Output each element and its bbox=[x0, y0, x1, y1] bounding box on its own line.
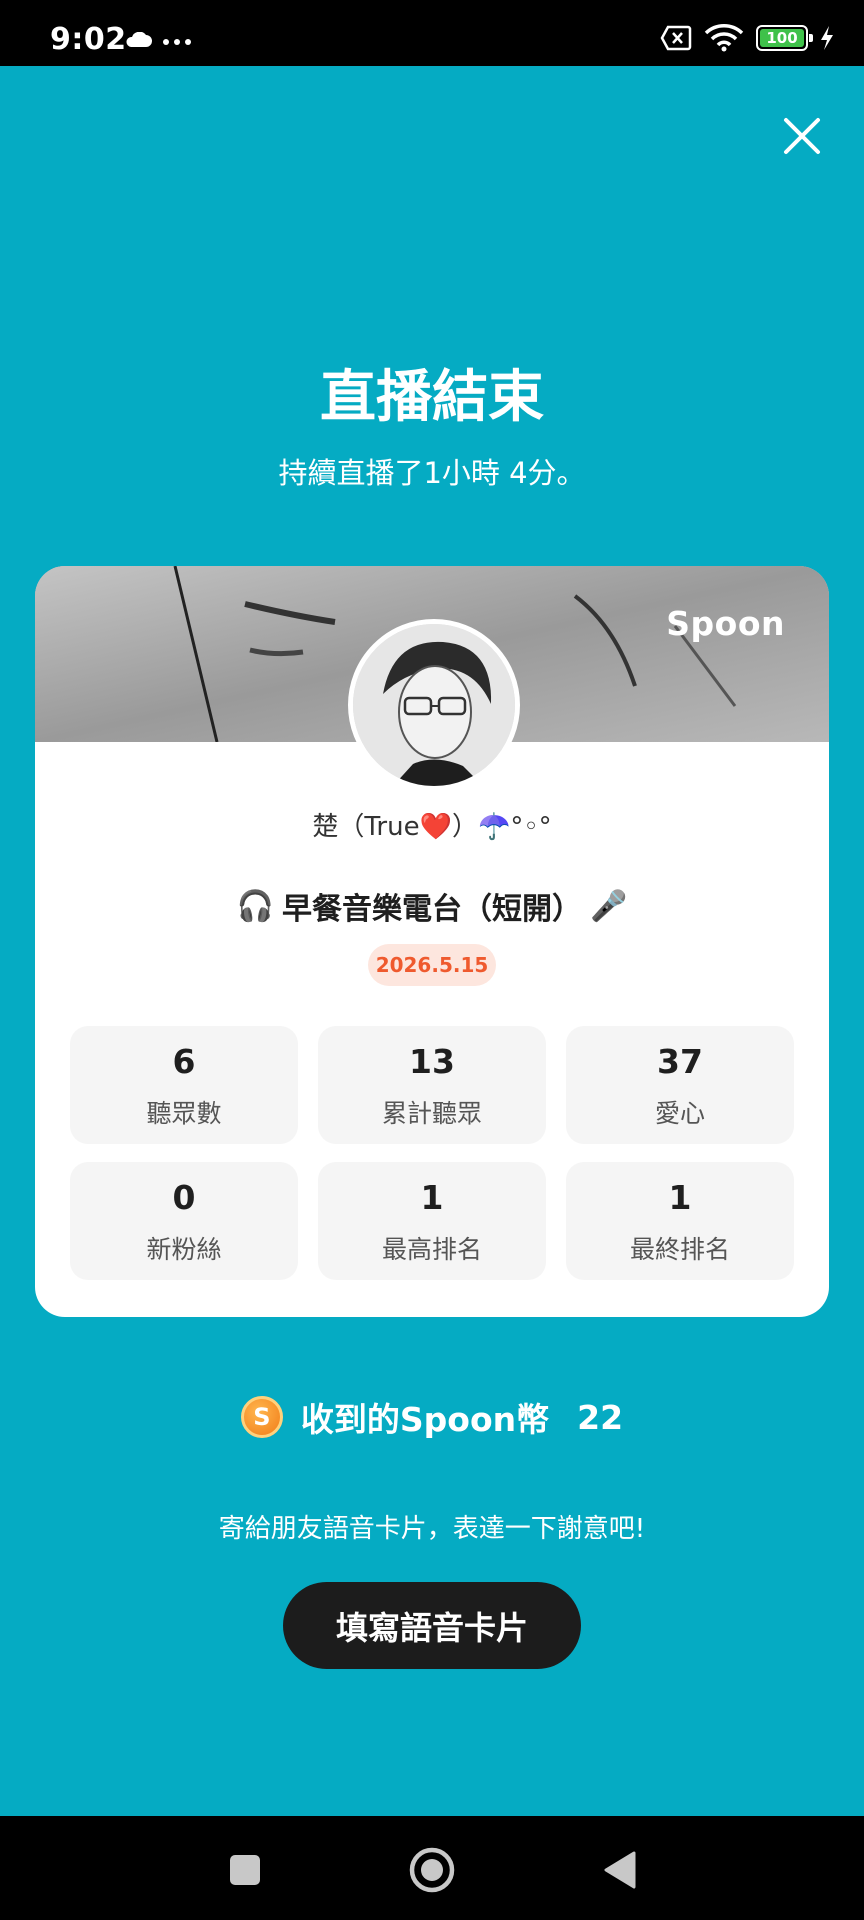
battery-icon: 100 bbox=[756, 25, 813, 51]
recents-icon bbox=[230, 1855, 260, 1885]
microphone-icon: 🎤 bbox=[590, 888, 628, 924]
stat-hearts: 37 愛心 bbox=[566, 1026, 794, 1144]
voice-card-prompt: 寄給朋友語音卡片，表達一下謝意吧! bbox=[218, 1514, 646, 1544]
date-badge: 2026.5.15 bbox=[368, 944, 496, 986]
recents-button[interactable] bbox=[215, 1840, 275, 1900]
stat-highest-rank: 1 最高排名 bbox=[318, 1162, 546, 1280]
battery-level: 100 bbox=[760, 29, 804, 47]
headphones-icon: 🎧 bbox=[236, 888, 274, 924]
back-icon bbox=[604, 1851, 636, 1889]
stat-final-rank: 1 最終排名 bbox=[566, 1162, 794, 1280]
home-icon bbox=[409, 1847, 455, 1893]
wifi-icon bbox=[704, 24, 744, 52]
no-sim-icon bbox=[660, 25, 692, 51]
stats-grid: 6 聽眾數 13 累計聽眾 37 愛心 0 新粉絲 1 最高排名 1 最終排名 bbox=[70, 1026, 794, 1280]
avatar[interactable] bbox=[348, 619, 520, 791]
back-button[interactable] bbox=[590, 1840, 650, 1900]
avatar-image bbox=[353, 624, 515, 786]
stat-total-listeners: 13 累計聽眾 bbox=[318, 1026, 546, 1144]
coins-label: 收到的Spoon幣 bbox=[300, 1400, 550, 1439]
stat-label: 最高排名 bbox=[381, 1234, 482, 1264]
coins-received: S 收到的Spoon幣 22 bbox=[0, 1393, 864, 1441]
stat-value: 1 bbox=[420, 1178, 444, 1217]
status-bar: 9:02 100 bbox=[0, 0, 864, 66]
page-subtitle: 持續直播了1小時 4分。 bbox=[278, 456, 586, 490]
close-button[interactable] bbox=[774, 108, 830, 164]
home-button[interactable] bbox=[402, 1840, 462, 1900]
stat-listeners: 6 聽眾數 bbox=[70, 1026, 298, 1144]
stream-title: 🎧 早餐音樂電台（短開） 🎤 bbox=[35, 884, 829, 928]
stat-value: 13 bbox=[409, 1042, 455, 1081]
stat-value: 1 bbox=[668, 1178, 692, 1217]
coins-value: 22 bbox=[577, 1397, 624, 1437]
page-title: 直播結束 bbox=[320, 365, 544, 430]
spoon-coin-icon: S bbox=[240, 1396, 283, 1438]
stat-label: 聽眾數 bbox=[146, 1098, 222, 1128]
system-nav-bar bbox=[0, 1816, 864, 1920]
stat-value: 6 bbox=[172, 1042, 196, 1081]
charging-icon bbox=[821, 26, 833, 50]
write-voice-card-button[interactable]: 填寫語音卡片 bbox=[283, 1582, 581, 1669]
cloud-icon bbox=[126, 32, 152, 47]
more-dots-icon bbox=[163, 39, 191, 45]
stat-label: 新粉絲 bbox=[146, 1234, 222, 1264]
spoon-logo: Spoon bbox=[666, 604, 785, 643]
host-name: 楚（True❤️）☂️°◦° bbox=[312, 812, 552, 842]
status-icons: 100 bbox=[660, 22, 834, 54]
stat-new-fans: 0 新粉絲 bbox=[70, 1162, 298, 1280]
stat-value: 0 bbox=[172, 1178, 196, 1217]
stat-label: 累計聽眾 bbox=[381, 1098, 482, 1128]
stat-label: 最終排名 bbox=[629, 1234, 730, 1264]
close-icon bbox=[784, 118, 820, 154]
stat-label: 愛心 bbox=[654, 1098, 705, 1128]
stat-value: 37 bbox=[657, 1042, 703, 1081]
summary-card: Spoon 楚（True❤️）☂️°◦° 🎧 早餐音樂電台（短開） 🎤 2026… bbox=[35, 566, 829, 1317]
status-time: 9:02 bbox=[50, 22, 127, 57]
stream-title-text: 早餐音樂電台（短開） bbox=[282, 892, 582, 927]
